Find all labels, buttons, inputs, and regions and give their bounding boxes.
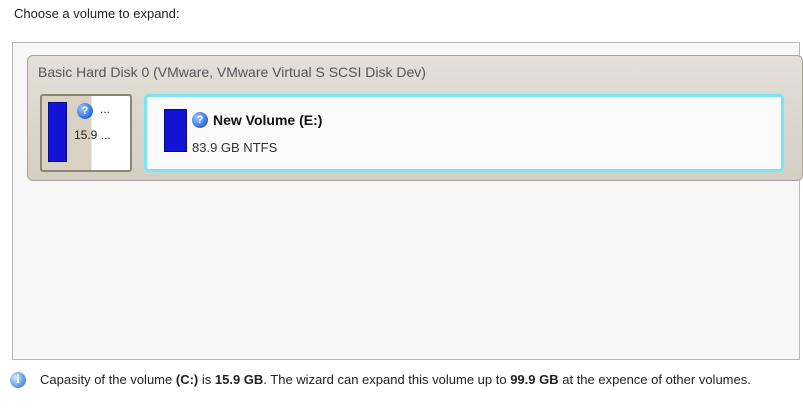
info-icon: i — [10, 372, 26, 388]
volume-name: New Volume (E:) — [213, 112, 323, 128]
volume-name: ... — [100, 102, 111, 116]
disk-group: Basic Hard Disk 0 (VMware, VMware Virtua… — [27, 55, 803, 181]
volume-size: 15.9 ... — [74, 128, 111, 142]
volume-size: 83.9 GB NTFS — [192, 140, 278, 155]
disk-title: Basic Hard Disk 0 (VMware, VMware Virtua… — [38, 64, 426, 80]
info-text: Capasity of the volume (C:) is 15.9 GB. … — [40, 372, 751, 387]
volume-tile-e[interactable]: ? New Volume (E:) 83.9 GB NTFS — [144, 94, 784, 172]
question-icon: ? — [77, 103, 93, 119]
volume-list-panel: Basic Hard Disk 0 (VMware, VMware Virtua… — [12, 42, 803, 360]
volume-prompt: Choose a volume to expand: — [14, 6, 180, 21]
volume-usage-bar — [48, 102, 67, 162]
question-icon: ? — [192, 112, 208, 128]
volume-tile-c[interactable]: ? ... 15.9 ... — [40, 94, 132, 172]
volume-usage-bar — [164, 109, 187, 152]
